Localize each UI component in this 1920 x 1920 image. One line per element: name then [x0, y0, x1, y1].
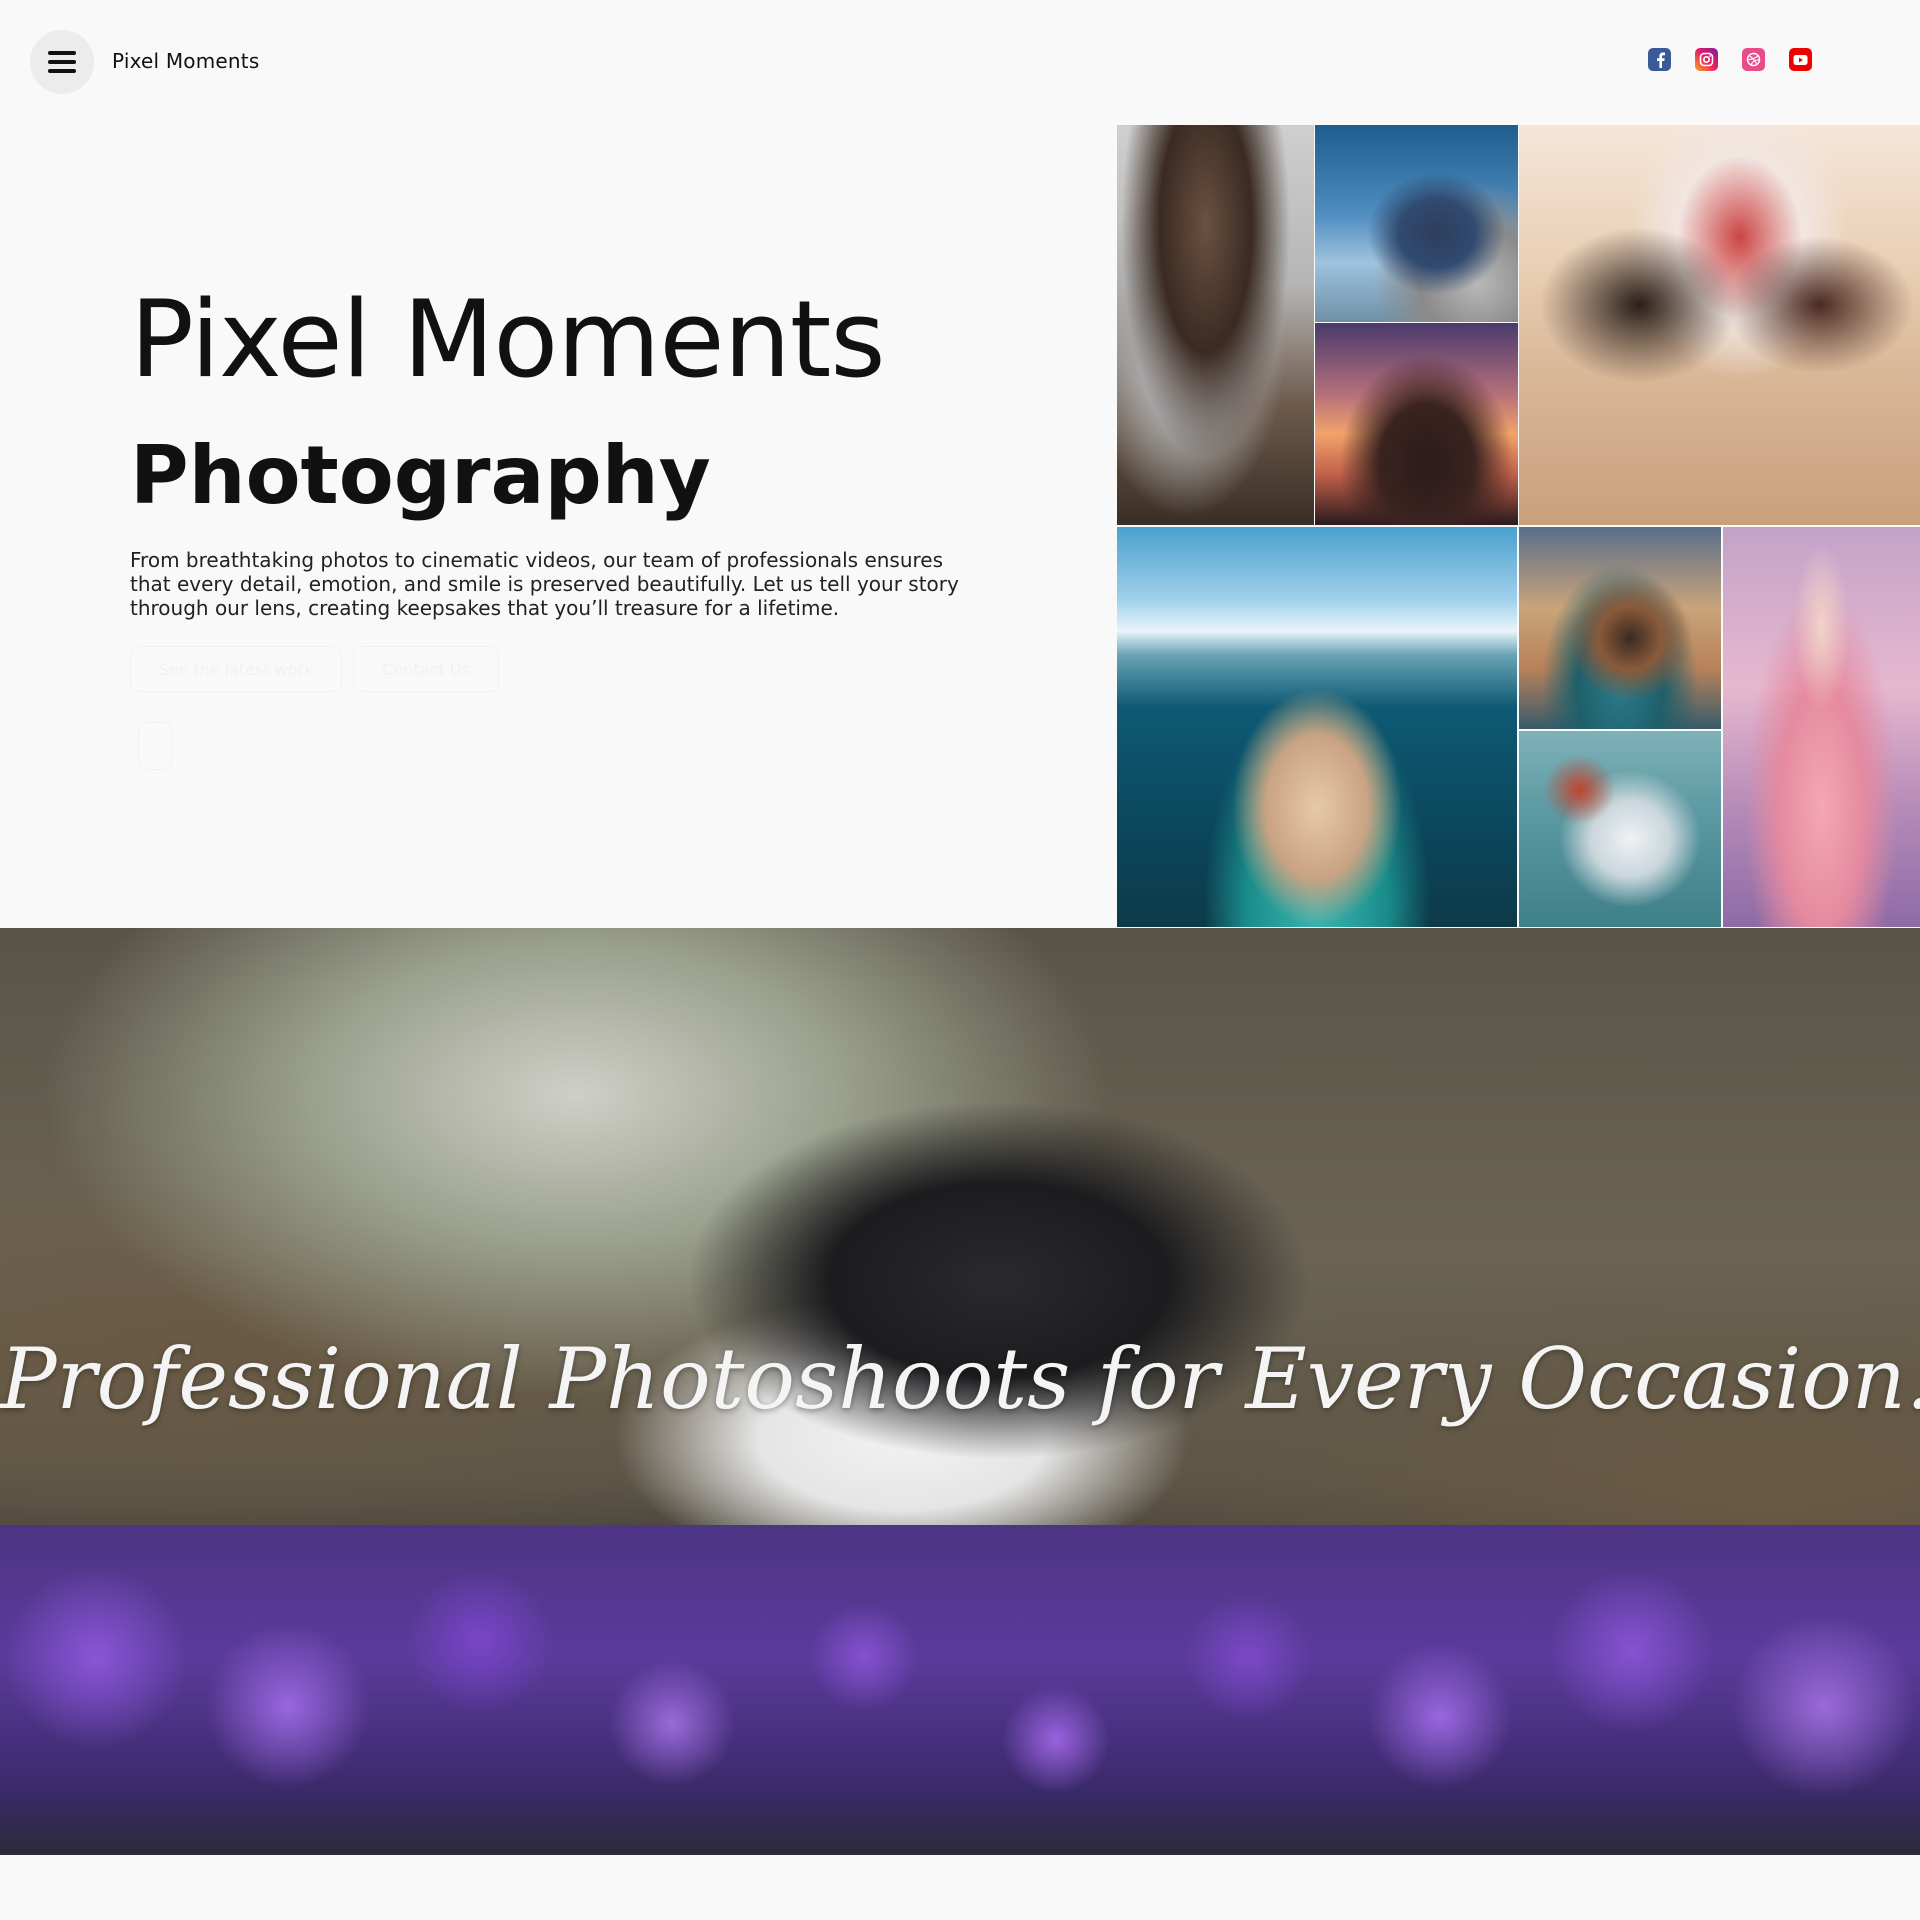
photo-woman-boat-sea — [1117, 527, 1517, 927]
social-links — [1648, 48, 1812, 71]
photo-woman-underwater — [1519, 731, 1721, 927]
menu-button[interactable] — [30, 30, 94, 94]
hamburger-menu-icon — [48, 51, 76, 73]
facebook-icon[interactable] — [1648, 48, 1671, 71]
purple-flowers-foreground — [0, 1525, 1920, 1855]
photo-man-convertible-car — [1315, 125, 1518, 322]
photo-woman-pink-dress-lavender — [1723, 527, 1920, 927]
wedding-banner: Professional Photoshoots for Every Occas… — [0, 928, 1920, 1855]
contact-us-button[interactable]: Contact Us — [353, 646, 499, 692]
hero-title: Pixel Moments — [130, 278, 886, 401]
hero-description: From breathtaking photos to cinematic vi… — [130, 548, 959, 620]
site-header: Pixel Moments — [0, 0, 1920, 125]
photo-hikers-sunset — [1315, 323, 1518, 525]
dribbble-icon[interactable] — [1742, 48, 1765, 71]
brand-name[interactable]: Pixel Moments — [112, 49, 259, 73]
see-latest-work-button[interactable]: See the latest work — [130, 646, 342, 692]
photo-friends-beach-flag — [1519, 125, 1920, 525]
youtube-icon[interactable] — [1789, 48, 1812, 71]
scroll-down-indicator[interactable] — [138, 722, 172, 770]
instagram-icon[interactable] — [1695, 48, 1718, 71]
hero-subtitle: Photography — [130, 429, 711, 522]
photo-man-vintage-car — [1519, 527, 1721, 729]
photo-man-chalk-dust — [1117, 125, 1314, 525]
banner-headline: Professional Photoshoots for Every Occas… — [0, 1330, 1920, 1428]
